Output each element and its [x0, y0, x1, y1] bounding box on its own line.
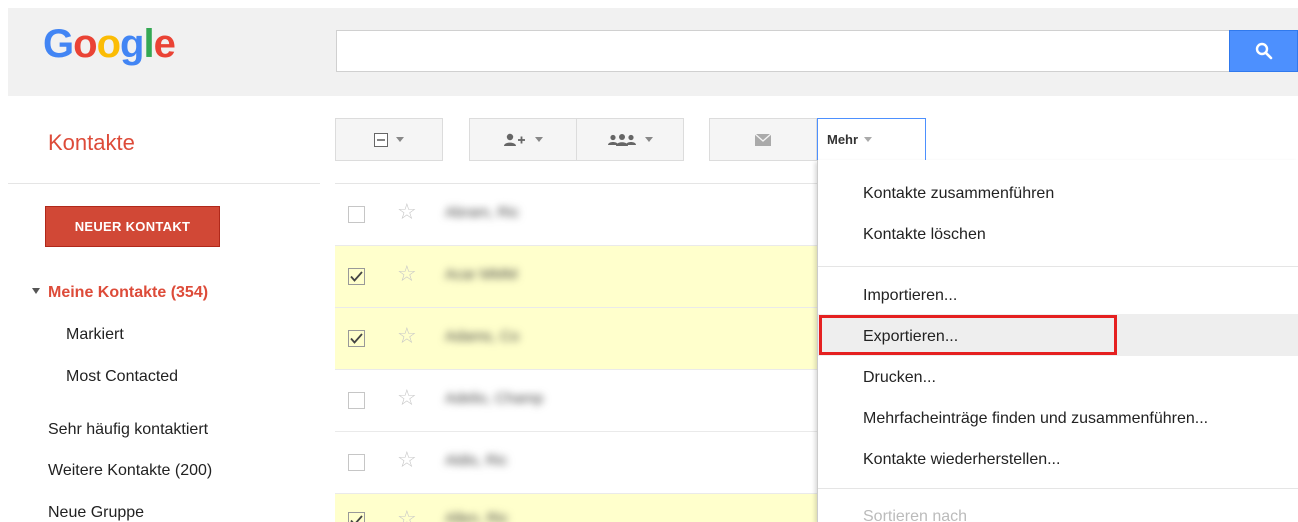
logo-letter: l — [143, 22, 154, 66]
star-icon[interactable]: ☆ — [397, 325, 417, 347]
add-to-contacts-button[interactable] — [469, 118, 577, 161]
menu-item-delete-contacts[interactable]: Kontakte löschen — [863, 226, 986, 244]
mail-icon — [755, 133, 771, 146]
contact-name: Allen, Ric — [445, 510, 509, 522]
menu-item-sort-by: Sortieren nach — [863, 508, 968, 522]
menu-item-merge-contacts[interactable]: Kontakte zusammenführen — [863, 185, 1054, 203]
logo-letter: g — [120, 22, 144, 66]
star-icon[interactable]: ☆ — [397, 263, 417, 285]
menu-separator — [818, 488, 1298, 489]
contact-name: Adelio, Champ — [445, 390, 544, 407]
star-icon[interactable]: ☆ — [397, 508, 417, 522]
row-checkbox[interactable] — [348, 330, 365, 347]
table-row[interactable]: ☆ Abram, Ric — [335, 184, 820, 246]
search-input[interactable] — [336, 30, 1231, 72]
table-row[interactable]: ☆ Adelio, Champ — [335, 370, 820, 432]
chevron-down-icon — [535, 137, 543, 142]
row-checkbox[interactable] — [348, 268, 365, 285]
contact-name: Aldis, Ric — [445, 452, 508, 469]
page-title: Kontakte — [48, 130, 135, 155]
logo-letter: G — [43, 22, 74, 66]
menu-item-import[interactable]: Importieren... — [863, 287, 957, 305]
sidebar-item-new-group[interactable]: Neue Gruppe — [48, 504, 144, 522]
sidebar-item-starred[interactable]: Markiert — [66, 326, 124, 344]
logo-letter: o — [96, 22, 121, 66]
menu-item-print[interactable]: Drucken... — [863, 369, 936, 387]
chevron-down-icon — [645, 137, 653, 142]
chevron-down-icon — [396, 137, 404, 142]
select-menu-button[interactable] — [335, 118, 443, 161]
checkmark-icon — [350, 515, 363, 522]
divider — [8, 183, 320, 184]
add-person-icon — [504, 133, 525, 146]
more-button[interactable]: Mehr — [817, 118, 926, 161]
row-checkbox[interactable] — [348, 392, 365, 409]
logo-letter: o — [73, 22, 97, 66]
contact-name: Adams, Co — [445, 328, 520, 345]
send-mail-button[interactable] — [709, 118, 817, 161]
checkmark-icon — [350, 271, 363, 282]
sidebar-item-label: Meine Kontakte (354) — [48, 284, 209, 301]
table-row[interactable]: ☆ Aldis, Ric — [335, 432, 820, 494]
top-bar: Google — [0, 0, 1298, 96]
sidebar-item-frequently-contacted[interactable]: Sehr häufig kontaktiert — [48, 421, 208, 439]
more-button-label: Mehr — [827, 132, 859, 147]
group-button[interactable] — [576, 118, 684, 161]
google-logo[interactable]: Google — [43, 22, 176, 67]
contact-name: Acar MMM — [445, 266, 518, 283]
sidebar-item-most-contacted[interactable]: Most Contacted — [66, 368, 178, 386]
row-checkbox[interactable] — [348, 512, 365, 522]
group-icon — [608, 133, 636, 146]
contact-name: Abram, Ric — [445, 204, 520, 221]
chevron-down-icon — [864, 137, 873, 142]
menu-item-export[interactable]: Exportieren... — [863, 328, 958, 346]
table-row[interactable]: ☆ Adams, Co — [335, 308, 820, 370]
menu-item-find-duplicates[interactable]: Mehrfacheinträge finden und zusammenführ… — [863, 410, 1208, 428]
menu-item-restore-contacts[interactable]: Kontakte wiederherstellen... — [863, 451, 1060, 469]
triangle-down-icon — [32, 287, 40, 294]
more-dropdown-menu: Kontakte zusammenführen Kontakte löschen… — [817, 160, 1298, 522]
row-checkbox[interactable] — [348, 454, 365, 471]
select-checkbox-icon — [374, 132, 388, 147]
search-icon — [1255, 42, 1272, 60]
sidebar-item-my-contacts[interactable]: Meine Kontakte (354) — [32, 284, 208, 302]
row-checkbox[interactable] — [348, 206, 365, 223]
star-icon[interactable]: ☆ — [397, 201, 417, 223]
new-contact-button[interactable]: NEUER KONTAKT — [45, 206, 220, 247]
checkmark-icon — [350, 333, 363, 344]
sidebar-item-other-contacts[interactable]: Weitere Kontakte (200) — [48, 462, 212, 480]
star-icon[interactable]: ☆ — [397, 387, 417, 409]
search-button[interactable] — [1229, 30, 1298, 72]
star-icon[interactable]: ☆ — [397, 449, 417, 471]
table-row[interactable]: ☆ Acar MMM — [335, 246, 820, 308]
table-row[interactable]: ☆ Allen, Ric — [335, 494, 820, 522]
logo-letter: e — [153, 22, 176, 66]
menu-separator — [818, 266, 1298, 267]
